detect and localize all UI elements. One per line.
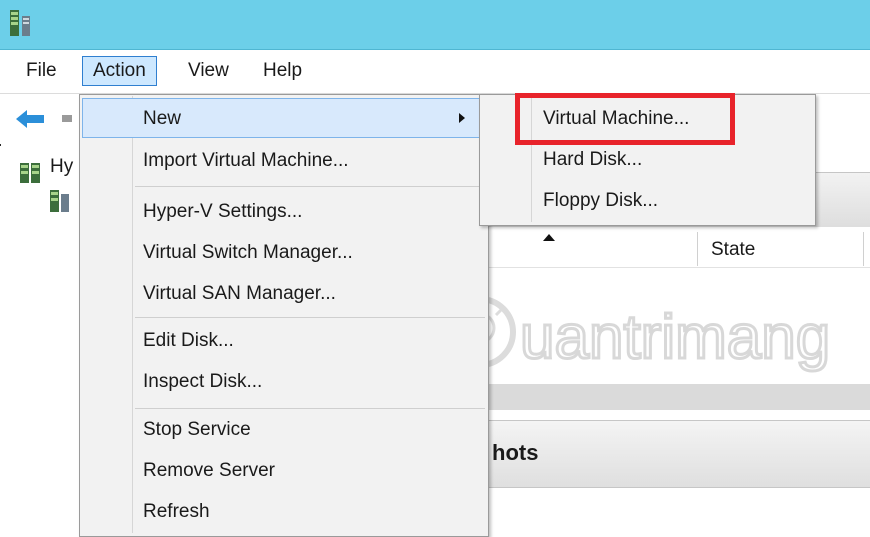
watermark-text: uantrimang <box>520 303 830 372</box>
menu-item-remove-server-label: Remove Server <box>143 460 275 481</box>
submenu-item-hard-disk[interactable]: Hard Disk... <box>543 149 642 171</box>
column-separator <box>863 232 864 266</box>
back-arrow-icon[interactable] <box>16 108 72 130</box>
menu-separator <box>135 186 485 187</box>
menu-item-virtual-san-manager-label: Virtual SAN Manager... <box>143 283 336 304</box>
menu-item-edit-disk-label: Edit Disk... <box>143 330 234 351</box>
watermark: uantrimang <box>440 288 870 383</box>
menu-item-stop-service-label: Stop Service <box>143 419 251 440</box>
menu-help[interactable]: Help <box>253 56 312 86</box>
menu-file[interactable]: File <box>16 56 67 86</box>
menu-view[interactable]: View <box>178 56 239 86</box>
state-column-header[interactable]: State <box>711 239 755 261</box>
highlight-box <box>515 93 735 145</box>
tree-root-label[interactable]: Hy <box>50 156 73 178</box>
menu-item-new-label: New <box>143 108 182 129</box>
column-separator <box>697 232 698 266</box>
server-tree-icon[interactable] <box>50 190 70 212</box>
snapshots-header <box>488 420 870 488</box>
menu-item-hyper-v-settings-label: Hyper-V Settings... <box>143 201 303 222</box>
menu-item-import-label: Import Virtual Machine... <box>143 150 349 171</box>
menu-bar: File Action View Help <box>0 50 870 94</box>
hyper-v-manager-icon <box>10 10 30 36</box>
menu-action[interactable]: Action <box>82 56 157 86</box>
menu-separator <box>135 317 485 318</box>
horizontal-scrollbar[interactable] <box>488 384 870 410</box>
submenu-item-floppy-disk[interactable]: Floppy Disk... <box>543 190 658 212</box>
sort-ascending-icon <box>543 234 555 241</box>
submenu-arrow-icon <box>459 113 465 123</box>
menu-item-refresh-label: Refresh <box>143 501 210 522</box>
snapshots-header-label: hots <box>492 440 539 465</box>
menu-separator <box>135 408 485 409</box>
title-bar <box>0 0 870 50</box>
menu-item-inspect-disk-label: Inspect Disk... <box>143 371 263 392</box>
hyper-v-manager-tree-icon <box>20 163 40 183</box>
watermark-logo-icon: uantrimang <box>444 296 832 374</box>
menu-item-virtual-switch-manager-label: Virtual Switch Manager... <box>143 242 353 263</box>
